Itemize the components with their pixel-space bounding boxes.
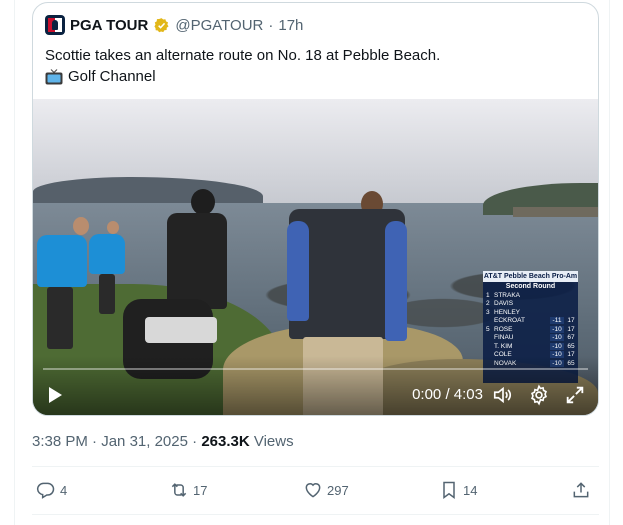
tv-icon (45, 68, 63, 84)
leaderboard-score: -11 (550, 317, 564, 325)
post-time-of-day[interactable]: 3:38 PM (32, 433, 88, 450)
quoted-post-text: Scottie takes an alternate route on No. … (45, 45, 585, 87)
leaderboard-holes: 65 (567, 342, 575, 350)
spectator-left (35, 217, 95, 357)
bookmark-button[interactable]: 14 (439, 480, 477, 500)
views-count: 263.3K (201, 433, 250, 450)
spectator-middle (89, 221, 129, 321)
play-icon[interactable] (45, 385, 65, 405)
bookmark-icon (443, 481, 455, 499)
handle[interactable]: @PGATOUR (175, 17, 263, 34)
bookmark-count: 14 (463, 482, 478, 498)
like-count: 297 (327, 482, 349, 498)
leaderboard-row: T. KIM -10 65 (483, 342, 578, 351)
quoted-post-header: PGA TOUR @PGATOUR · 17h (45, 14, 303, 36)
volume-icon[interactable] (492, 384, 514, 406)
pga-tour-logo-avatar[interactable] (45, 15, 65, 35)
like-icon (305, 483, 321, 498)
leaderboard-position: 3 (486, 308, 490, 316)
display-name[interactable]: PGA TOUR (70, 17, 148, 34)
video-time: 0:00 / 4:03 (393, 386, 483, 403)
post-date[interactable]: Jan 31, 2025 (101, 433, 188, 450)
post-time[interactable]: 17h (278, 17, 303, 34)
leaderboard-title: AT&T Pebble Beach Pro-Am (483, 271, 578, 282)
leaderboard-player: STRAKA (494, 291, 521, 299)
leaderboard-player: HENLEY (494, 308, 521, 316)
leaderboard-holes: 17 (567, 325, 575, 333)
reply-button[interactable]: 4 (36, 480, 67, 500)
leaderboard-row: FINAU -10 67 (483, 334, 578, 343)
video-cliffs (513, 207, 598, 217)
leaderboard-position: 1 (486, 291, 490, 299)
leaderboard-position: 2 (486, 300, 490, 308)
share-icon (573, 482, 589, 498)
video-progress-bar[interactable] (43, 368, 588, 370)
repost-count: 17 (193, 482, 208, 498)
leaderboard-player: T. KIM (494, 342, 513, 350)
quoted-post-card[interactable]: PGA TOUR @PGATOUR · 17h Scottie takes an… (32, 2, 599, 416)
leaderboard-row: 1 STRAKA (483, 291, 578, 300)
like-button[interactable]: 297 (303, 480, 349, 500)
action-bar: 4 17 297 14 (32, 476, 599, 508)
leaderboard-round: Second Round (505, 283, 556, 290)
leaderboard-score: -10 (550, 334, 564, 342)
video-player[interactable]: AT&T Pebble Beach Pro-Am Second Round 1S… (33, 99, 598, 415)
channel-line: Golf Channel (45, 66, 585, 87)
divider-top (32, 466, 599, 467)
duration: 4:03 (453, 386, 483, 403)
leaderboard-player: FINAU (494, 334, 514, 342)
verified-badge-icon[interactable] (153, 17, 170, 34)
leaderboard-player: ROSE (494, 325, 513, 333)
leaderboard-player: DAVIS (494, 300, 514, 308)
leaderboard-row: 2 DAVIS (483, 300, 578, 309)
leaderboard-score: -10 (550, 325, 564, 333)
post-timestamp: 3:38 PM · Jan 31, 2025 · 263.3K Views (32, 433, 294, 450)
leaderboard-row: 5 ROSE -10 17 (483, 325, 578, 334)
repost-icon (171, 483, 187, 497)
gear-icon[interactable] (528, 384, 550, 406)
leaderboard-row: ECKROAT -11 17 (483, 317, 578, 326)
channel-name: Golf Channel (68, 68, 156, 85)
views-label: Views (253, 433, 294, 450)
repost-button[interactable]: 17 (169, 480, 207, 500)
leaderboard-row: 3 HENLEY (483, 308, 578, 317)
leaderboard-score: -10 (550, 342, 564, 350)
leaderboard-position: 5 (486, 325, 490, 333)
share-button[interactable] (571, 480, 591, 500)
time-divider: / (445, 386, 450, 403)
reply-count: 4 (60, 482, 68, 498)
reply-icon (36, 482, 55, 499)
separator-dot: · (268, 16, 274, 34)
leaderboard-player: ECKROAT (494, 317, 525, 325)
leaderboard-holes: 17 (567, 317, 575, 325)
divider-bottom (32, 514, 599, 515)
meta-separator: · (92, 433, 98, 450)
current-time: 0:00 (412, 386, 442, 403)
post-body: Scottie takes an alternate route on No. … (45, 47, 441, 64)
leaderboard-holes: 67 (567, 334, 575, 342)
fullscreen-icon[interactable] (564, 384, 586, 406)
meta-separator-2: · (192, 433, 198, 450)
